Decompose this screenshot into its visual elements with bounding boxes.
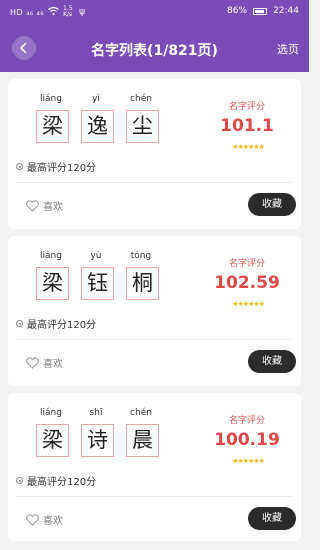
name-char-1: 梁 <box>36 110 69 143</box>
star-rating: ★★★★★★ <box>232 300 265 308</box>
pinyin-2: yì <box>92 94 100 104</box>
name-card: liáng yì chén 梁 逸 尘 名字评分 101.1 ★★★★★★ 最高… <box>8 79 301 229</box>
like-button[interactable]: 喜欢 <box>26 355 63 370</box>
battery-icon <box>253 7 268 15</box>
page-title: 名字列表(1/821页) <box>91 43 218 59</box>
max-score-note: 最高评分120分 <box>16 473 96 488</box>
max-score-text: 最高评分120分 <box>27 320 97 331</box>
name-score: 100.19 <box>214 430 280 450</box>
pinyin-1: liáng <box>40 408 62 418</box>
heart-icon <box>26 356 39 369</box>
heart-icon <box>26 199 39 212</box>
name-char-2: 诗 <box>81 424 114 457</box>
nav-bar: 名字列表(1/821页) 选页 <box>0 34 309 64</box>
divider <box>16 182 293 183</box>
network-speed: 1.5 K/s <box>63 5 73 18</box>
pinyin-1: liáng <box>40 251 62 261</box>
max-score-text: 最高评分120分 <box>27 477 97 488</box>
like-label: 喜欢 <box>43 516 63 527</box>
max-score-note: 最高评分120分 <box>16 159 96 174</box>
divider <box>16 496 293 497</box>
like-label: 喜欢 <box>43 202 63 213</box>
score-label: 名字评分 <box>228 102 265 112</box>
wifi-icon <box>48 6 59 18</box>
heart-icon <box>26 513 39 526</box>
name-score: 102.59 <box>214 273 280 293</box>
pinyin-2: yù <box>90 251 102 261</box>
battery-percent: 86% <box>227 6 248 16</box>
name-char-1: 梁 <box>36 267 69 300</box>
name-char-3: 尘 <box>126 110 159 143</box>
like-label: 喜欢 <box>43 359 63 370</box>
star-rating: ★★★★★★ <box>232 457 265 465</box>
name-char-3: 桐 <box>126 267 159 300</box>
max-score-note: 最高评分120分 <box>16 316 96 331</box>
app-header: HD ₄₆ ₄₆ 1.5 K/s ψ 86% 22:44 名字列表(1/821页… <box>0 0 309 72</box>
select-page-button[interactable]: 选页 <box>277 41 299 57</box>
clock: 22:44 <box>273 6 299 16</box>
name-char-2: 逸 <box>81 110 114 143</box>
usb-icon: ψ <box>79 7 86 17</box>
score-label: 名字评分 <box>228 416 265 426</box>
like-button[interactable]: 喜欢 <box>26 198 63 213</box>
collect-button[interactable]: 收藏 <box>248 193 296 216</box>
like-button[interactable]: 喜欢 <box>26 512 63 527</box>
max-score-text: 最高评分120分 <box>27 163 97 174</box>
info-icon <box>16 163 23 170</box>
collect-button[interactable]: 收藏 <box>248 350 296 373</box>
pinyin-3: tóng <box>130 251 152 261</box>
name-char-3: 晨 <box>126 424 159 457</box>
status-bar: HD ₄₆ ₄₆ 1.5 K/s ψ 86% 22:44 <box>0 0 309 24</box>
divider <box>16 339 293 340</box>
info-icon <box>16 320 23 327</box>
name-char-1: 梁 <box>36 424 69 457</box>
signal-indicator: HD ₄₆ ₄₆ <box>10 7 45 17</box>
info-icon <box>16 477 23 484</box>
name-score: 101.1 <box>220 116 274 136</box>
collect-button[interactable]: 收藏 <box>248 507 296 530</box>
star-rating: ★★★★★★ <box>232 143 265 151</box>
pinyin-1: liáng <box>40 94 62 104</box>
pinyin-3: chén <box>130 408 152 418</box>
name-char-2: 钰 <box>81 267 114 300</box>
name-card: liáng yù tóng 梁 钰 桐 名字评分 102.59 ★★★★★★ 最… <box>8 236 301 386</box>
pinyin-3: chén <box>130 94 152 104</box>
pinyin-2: shī <box>89 408 103 418</box>
score-label: 名字评分 <box>228 259 265 269</box>
name-card: liáng shī chén 梁 诗 晨 名字评分 100.19 ★★★★★★ … <box>8 393 301 541</box>
